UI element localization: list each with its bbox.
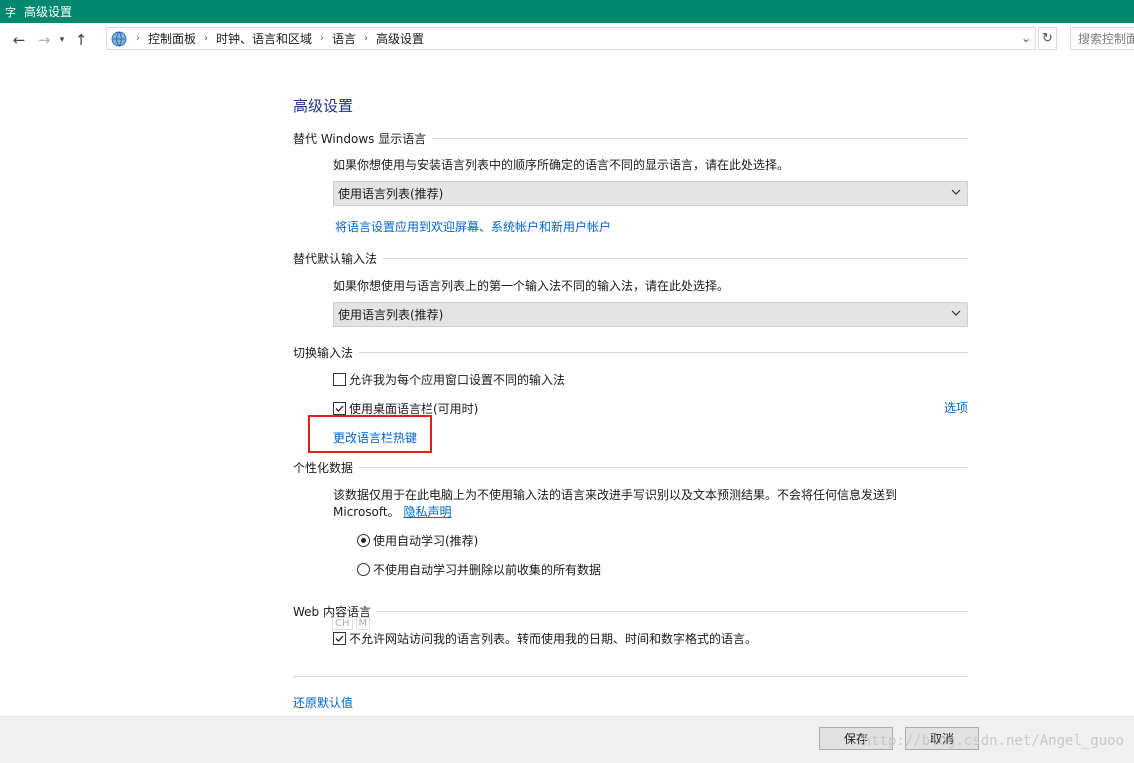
- address-bar[interactable]: › 控制面板 › 时钟、语言和区域 › 语言 › 高级设置 ⌄: [106, 27, 1036, 50]
- breadcrumb-separator-icon[interactable]: ›: [364, 33, 368, 44]
- chevron-down-icon: [951, 310, 961, 316]
- display-language-description: 如果你想使用与安装语言列表中的顺序所确定的语言不同的显示语言，请在此处选择。: [333, 158, 790, 172]
- divider: [293, 676, 968, 677]
- section-label: 替代 Windows 显示语言: [293, 132, 427, 146]
- section-default-input: 替代默认输入法: [293, 250, 968, 267]
- window-title: 高级设置: [24, 5, 73, 19]
- personalization-description: 该数据仅用于在此电脑上为不使用输入法的语言来改进手写识别以及文本预测结果。不会将…: [333, 488, 898, 502]
- section-label: 替代默认输入法: [293, 252, 378, 266]
- breadcrumb-language[interactable]: 语言: [332, 30, 356, 47]
- breadcrumb-separator-icon[interactable]: ›: [204, 33, 208, 44]
- default-input-description: 如果你想使用与语言列表上的第一个输入法不同的输入法，请在此处选择。: [333, 279, 730, 293]
- control-panel-globe-icon: [111, 31, 127, 46]
- checkmark-icon: [335, 405, 344, 412]
- section-personalization: 个性化数据: [293, 459, 968, 476]
- up-arrow-icon[interactable]: ↑: [70, 29, 92, 51]
- main-content: 高级设置 替代 Windows 显示语言 如果你想使用与安装语言列表中的顺序所确…: [0, 56, 1134, 716]
- watermark: http://blog.csdn.net/Angel_guoo: [862, 733, 1124, 749]
- divider: [359, 467, 968, 468]
- address-history-chevron-icon[interactable]: ⌄: [1021, 31, 1031, 45]
- default-input-select[interactable]: 使用语言列表(推荐): [333, 302, 968, 327]
- select-value: 使用语言列表(推荐): [338, 187, 444, 201]
- checkbox-label: 允许我为每个应用窗口设置不同的输入法: [349, 373, 566, 387]
- checkbox-label: 不允许网站访问我的语言列表。转而使用我的日期、时间和数字格式的语言。: [349, 632, 758, 646]
- page-title: 高级设置: [293, 97, 354, 115]
- privacy-statement-link[interactable]: 隐私声明: [403, 505, 451, 519]
- display-language-select[interactable]: 使用语言列表(推荐): [333, 181, 968, 206]
- breadcrumb-separator-icon: ›: [136, 33, 140, 44]
- refresh-icon[interactable]: ↻: [1038, 27, 1057, 50]
- restore-defaults-link[interactable]: 还原默认值: [293, 694, 353, 711]
- ime-mode-label: M: [355, 617, 371, 630]
- desktop-langbar-checkbox[interactable]: [333, 402, 346, 415]
- radio-label: 不使用自动学习并删除以前收集的所有数据: [373, 563, 602, 577]
- ime-indicator: CH M: [332, 617, 371, 630]
- per-app-input-checkbox[interactable]: [333, 373, 346, 386]
- web-language-list-checkbox[interactable]: [333, 632, 346, 645]
- select-value: 使用语言列表(推荐): [338, 308, 444, 322]
- breadcrumb-advanced-settings[interactable]: 高级设置: [376, 30, 424, 47]
- navigation-bar: ← → ▾ ↑ › 控制面板 › 时钟、语言和区域 › 语言 › 高级设置 ⌄ …: [0, 23, 1134, 56]
- change-langbar-hotkeys-link[interactable]: 更改语言栏热键: [333, 429, 417, 446]
- description-text: Microsoft。: [333, 505, 400, 519]
- divider: [359, 352, 968, 353]
- breadcrumb-clock-language-region[interactable]: 时钟、语言和区域: [216, 30, 312, 47]
- section-switch-input: 切换输入法: [293, 344, 968, 361]
- ime-mode-label: CH: [332, 617, 353, 630]
- apply-settings-link[interactable]: 将语言设置应用到欢迎屏幕、系统帐户和新用户帐户: [335, 218, 611, 235]
- divider: [383, 258, 968, 259]
- checkmark-icon: [335, 635, 344, 642]
- divider: [432, 138, 968, 139]
- section-label: 个性化数据: [293, 461, 354, 475]
- recent-chevron-down-icon[interactable]: ▾: [56, 29, 68, 51]
- svg-text:字: 字: [5, 5, 16, 19]
- divider: [376, 611, 968, 612]
- no-auto-learning-radio-row[interactable]: 不使用自动学习并删除以前收集的所有数据: [357, 561, 601, 578]
- breadcrumb-separator-icon[interactable]: ›: [320, 33, 324, 44]
- section-label: 切换输入法: [293, 346, 354, 360]
- title-bar: 字 高级设置: [0, 0, 1134, 23]
- section-display-language: 替代 Windows 显示语言: [293, 130, 968, 147]
- chevron-down-icon: [951, 189, 961, 195]
- forward-arrow-icon[interactable]: →: [33, 29, 55, 51]
- auto-learning-radio-row[interactable]: 使用自动学习(推荐): [357, 532, 478, 549]
- radio-label: 使用自动学习(推荐): [373, 534, 479, 548]
- no-auto-learning-radio[interactable]: [357, 563, 370, 576]
- langbar-options-link[interactable]: 选项: [944, 399, 968, 416]
- footer-bar: 保存 取消 http://blog.csdn.net/Angel_guoo: [0, 716, 1134, 763]
- section-web-content-language: Web 内容语言: [293, 603, 968, 620]
- web-language-list-checkbox-row[interactable]: 不允许网站访问我的语言列表。转而使用我的日期、时间和数字格式的语言。: [333, 630, 757, 647]
- breadcrumb-control-panel[interactable]: 控制面板: [148, 30, 196, 47]
- per-app-input-checkbox-row[interactable]: 允许我为每个应用窗口设置不同的输入法: [333, 371, 565, 388]
- personalization-description-line2: Microsoft。 隐私声明: [333, 503, 451, 520]
- back-arrow-icon[interactable]: ←: [8, 29, 30, 51]
- language-app-icon: 字: [5, 5, 16, 19]
- auto-learning-radio[interactable]: [357, 534, 370, 547]
- search-input[interactable]: 搜索控制面板: [1070, 27, 1134, 50]
